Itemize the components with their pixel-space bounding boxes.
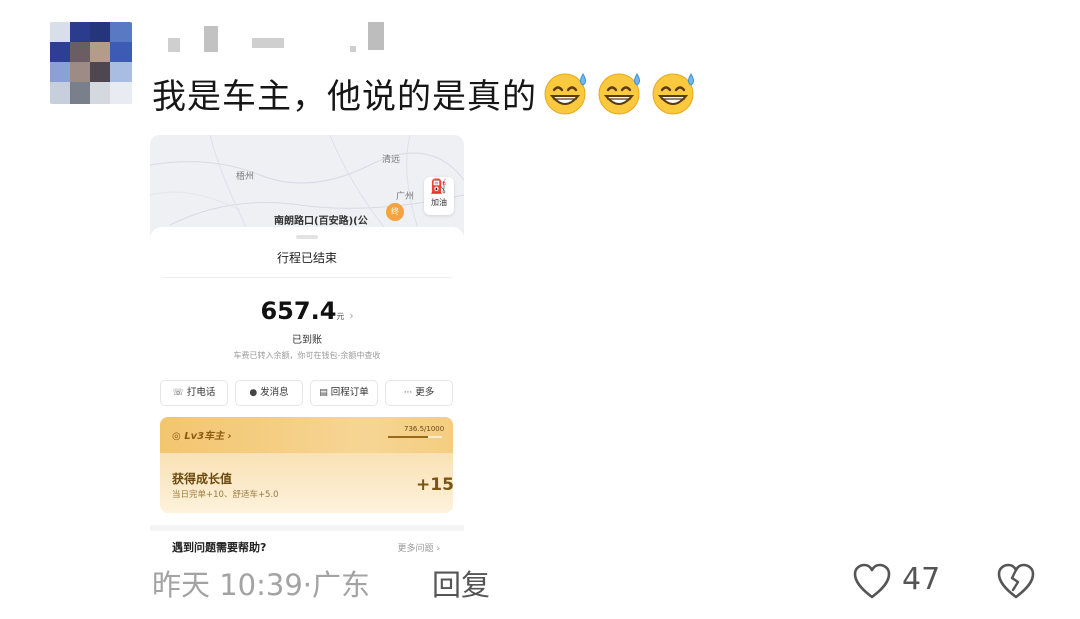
chat-bubble-icon: ● [249, 388, 258, 398]
grinning-sweat-emoji [598, 73, 640, 115]
grinning-sweat-emoji [652, 73, 694, 115]
return-order-button[interactable]: ▤ 回程订单 [310, 380, 378, 406]
destination-pin-icon: 终 [386, 203, 404, 221]
trip-status: 行程已结束 [276, 251, 337, 265]
fuel-button[interactable]: ⛽ 加油 [424, 177, 454, 215]
comment-location: 广东 [312, 568, 371, 602]
broken-heart-icon[interactable] [996, 562, 1036, 600]
chevron-right-icon: › [349, 311, 354, 322]
level-progress-bar [388, 436, 442, 438]
driver-level-card[interactable]: ◎ Lv3车主 › 736.5/1000 获得成长值 当日完单+10、舒适车+5… [160, 417, 453, 513]
map-city-label: 广州 [396, 192, 415, 202]
message-button[interactable]: ● 发消息 [235, 380, 303, 406]
phone-icon: ☏ [172, 388, 184, 398]
fare-amount: 657.4 [260, 297, 337, 325]
comment-body: 我是车主，他说的是真的 [152, 77, 537, 117]
growth-detail: 当日完单+10、舒适车+5.0 [172, 490, 279, 500]
map-view: 梧州 清远 广州 南朗路口(百安路)(公 终 ⛽ 加油 [150, 135, 464, 235]
divider [162, 277, 452, 278]
avatar[interactable] [50, 22, 132, 104]
call-label: 打电话 [186, 387, 216, 398]
more-label: 更多 [415, 387, 435, 398]
map-destination-label: 南朗路口(百安路)(公 [274, 216, 368, 227]
map-city-label: 清远 [382, 155, 401, 165]
fuel-pump-icon: ⛽ [430, 179, 448, 195]
level-badge[interactable]: ◎ Lv3车主 › [172, 427, 232, 442]
more-button[interactable]: ··· 更多 [385, 380, 453, 406]
attached-screenshot[interactable]: 梧州 清远 广州 南朗路口(百安路)(公 终 ⛽ 加油 行程已结束 657.4元… [150, 135, 464, 553]
help-row[interactable]: 遇到问题需要帮助? 更多问题 › [150, 525, 464, 553]
crown-icon: ◎ [172, 431, 185, 442]
comment-text: 我是车主，他说的是真的 [152, 70, 699, 122]
trip-panel: 行程已结束 657.4元 › 已到账 车费已转入余额，你可在钱包-余额中查收 ☏… [150, 227, 464, 553]
fare-amount-row[interactable]: 657.4元 › [150, 297, 464, 325]
received-status: 已到账 [292, 335, 322, 346]
more-dots-icon: ··· [403, 388, 413, 398]
fare-unit: 元 [336, 312, 345, 321]
comment-time: 昨天 10:39 [152, 568, 303, 602]
map-city-label: 梧州 [236, 172, 255, 182]
drag-handle[interactable] [296, 235, 318, 239]
more-questions-link[interactable]: 更多问题 › [398, 541, 440, 553]
help-title: 遇到问题需要帮助? [172, 541, 267, 553]
fuel-label: 加油 [431, 198, 447, 207]
username-redacted[interactable] [160, 20, 400, 56]
level-progress-text: 736.5/1000 [404, 425, 445, 433]
heart-icon[interactable] [852, 562, 892, 600]
level-header: ◎ Lv3车主 › 736.5/1000 [160, 417, 453, 453]
reply-button[interactable]: 回复 [432, 562, 490, 604]
like-count: 47 [902, 562, 941, 597]
growth-title: 获得成长值 [172, 472, 233, 486]
return-order-label: 回程订单 [330, 387, 369, 398]
balance-note: 车费已转入余额，你可在钱包-余额中查收 [233, 351, 381, 360]
level-progress-fill [388, 436, 428, 438]
message-label: 发消息 [260, 387, 289, 398]
growth-value: +15 [416, 475, 453, 495]
order-icon: ▤ [319, 388, 328, 398]
call-button[interactable]: ☏ 打电话 [160, 380, 228, 406]
grinning-sweat-emoji [544, 73, 586, 115]
comment-meta: 昨天 10:39·广东 [152, 568, 371, 602]
action-row: ☏ 打电话 ● 发消息 ▤ 回程订单 ··· 更多 [160, 380, 456, 406]
